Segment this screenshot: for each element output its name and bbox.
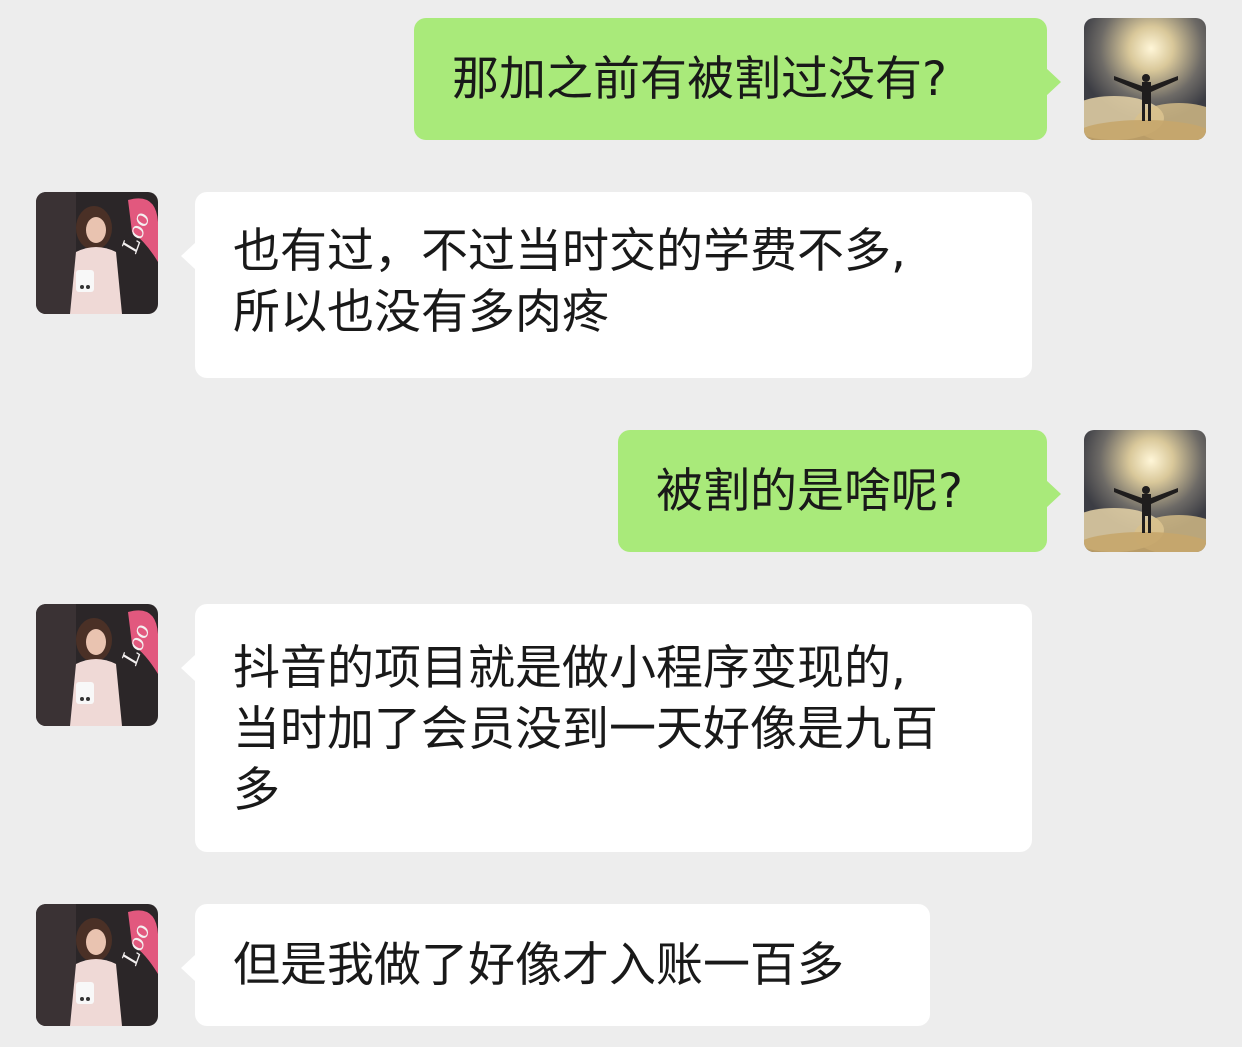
self-avatar[interactable] (1084, 430, 1206, 552)
self-avatar-image (1084, 430, 1206, 552)
contact-avatar-image: Loo (36, 192, 158, 314)
contact-avatar[interactable]: Loo (36, 192, 158, 314)
message-bubble-sent[interactable]: 被割的是啥呢? (618, 430, 1061, 552)
contact-avatar[interactable]: Loo (36, 904, 158, 1026)
contact-avatar-image: Loo (36, 904, 158, 1026)
bubble-tail (1046, 480, 1061, 508)
bubble-tail (1046, 68, 1061, 96)
message-bubble-received[interactable]: 也有过，不过当时交的学费不多, 所以也没有多肉疼 (181, 192, 1032, 378)
bubble-tail (181, 954, 196, 982)
message-text-line: 也有过，不过当时交的学费不多, (233, 224, 906, 279)
message-text-line: 所以也没有多肉疼 (233, 285, 609, 340)
message-text: 被割的是啥呢? (656, 464, 963, 519)
contact-avatar[interactable]: Loo (36, 604, 158, 726)
contact-avatar-image: Loo (36, 604, 158, 726)
message-text-line: 抖音的项目就是做小程序变现的, (233, 641, 906, 696)
bubble-tail (181, 242, 196, 270)
bubble-tail (181, 654, 196, 682)
message-text-line: 当时加了会员没到一天好像是九百 (233, 702, 938, 757)
message-text: 但是我做了好像才入账一百多 (233, 938, 844, 993)
self-avatar[interactable] (1084, 18, 1206, 140)
self-avatar-image (1084, 18, 1206, 140)
message-text-line: 多 (233, 763, 280, 818)
message-bubble-received[interactable]: 抖音的项目就是做小程序变现的, 当时加了会员没到一天好像是九百 多 (181, 604, 1032, 852)
message-bubble-received[interactable]: 但是我做了好像才入账一百多 (181, 904, 930, 1026)
message-text: 那加之前有被割过没有? (452, 52, 947, 107)
message-bubble-sent[interactable]: 那加之前有被割过没有? (414, 18, 1061, 140)
